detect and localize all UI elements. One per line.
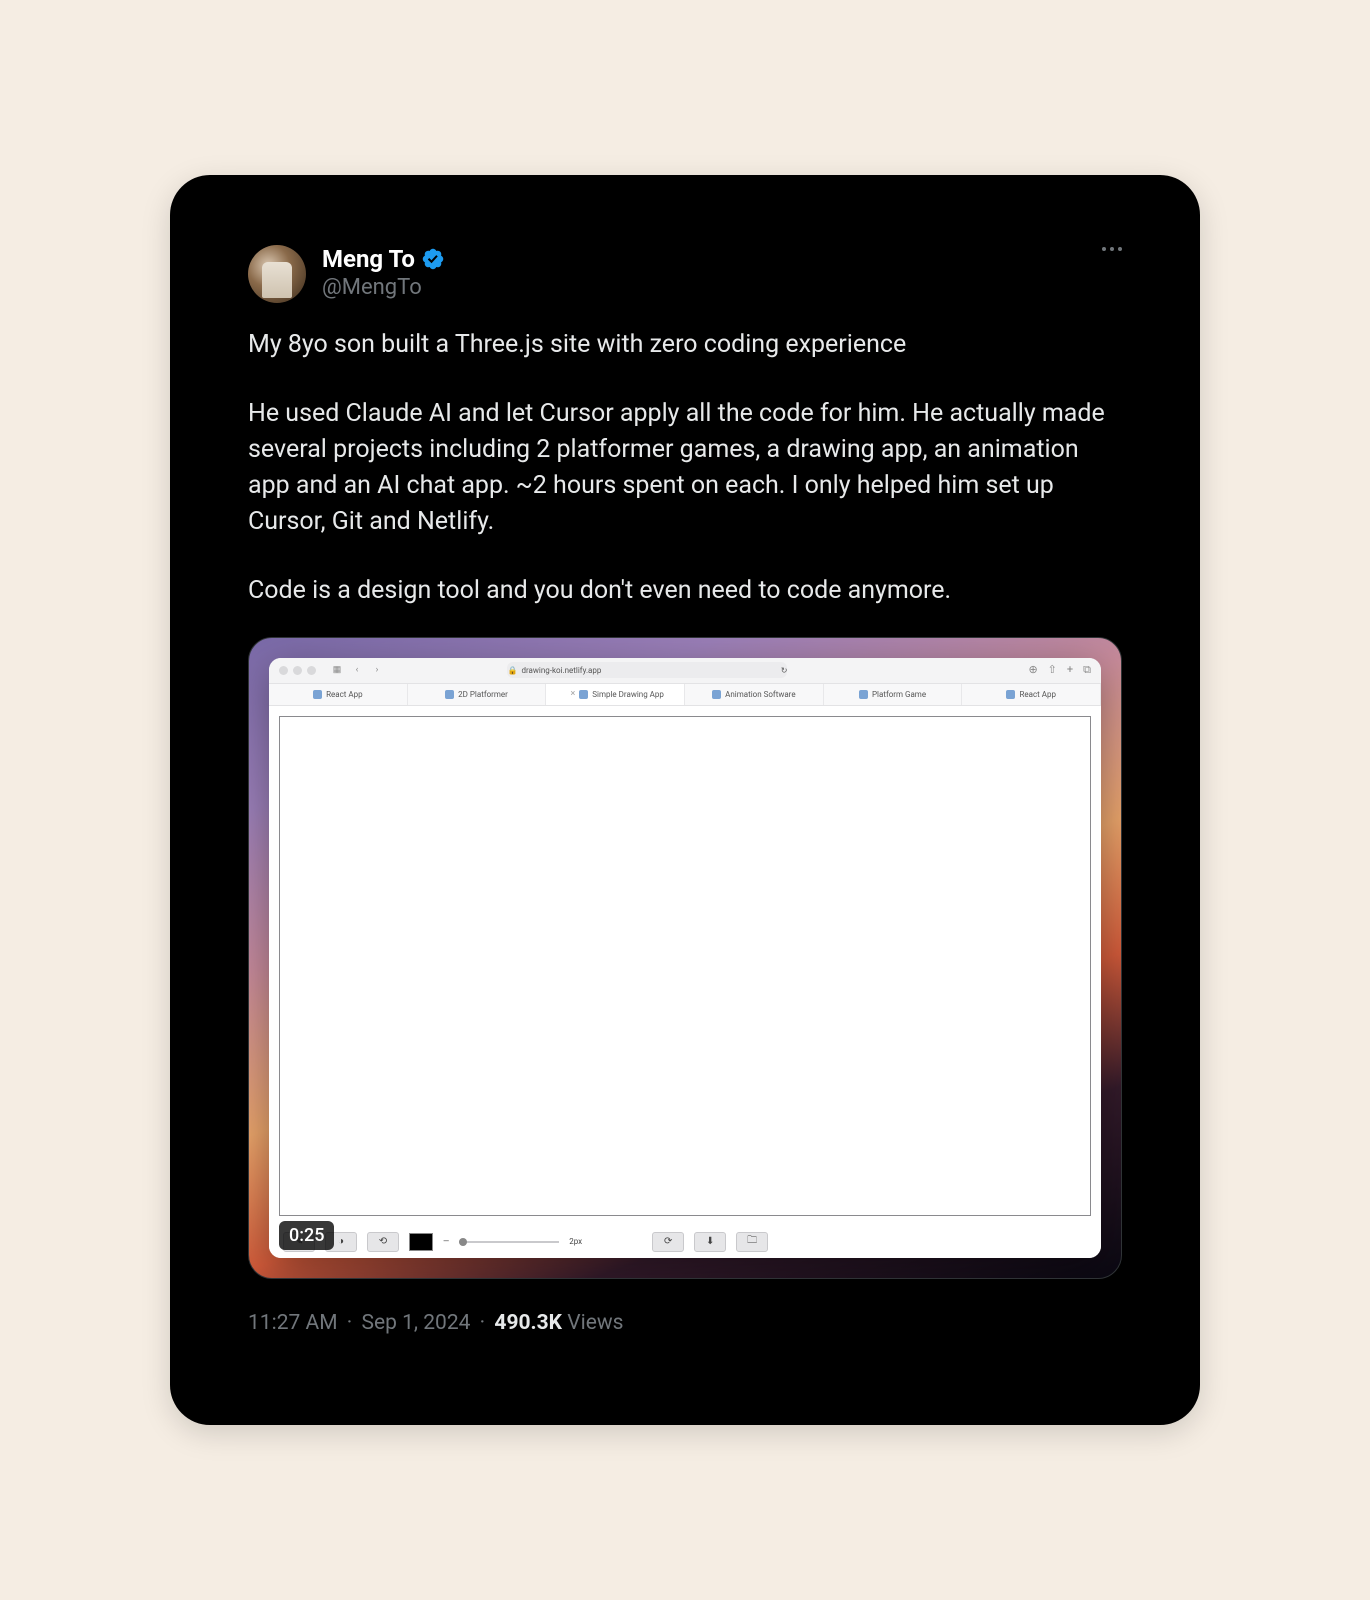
tab-bar: React App 2D Platformer ×Simple Drawing … [269,684,1101,706]
tool-button: 🗀 [736,1232,768,1252]
video-duration-badge: 0:25 [279,1221,334,1250]
timestamp[interactable]: 11:27 AM [248,1311,338,1335]
body-paragraph: My 8yo son built a Three.js site with ze… [248,327,1122,363]
body-paragraph: He used Claude AI and let Cursor apply a… [248,396,1122,541]
tweet-header: Meng To @MengTo [248,245,1122,303]
avatar[interactable] [248,245,306,303]
sidebar-toggle-icon: ▦ [330,663,344,677]
more-options-button[interactable] [1102,247,1122,251]
media-video[interactable]: ▦ ‹ › 🔒 drawing-koi.netlify.app ↻ ⊕ ⇧ + … [248,637,1122,1279]
browser-tab: React App [962,684,1101,705]
forward-icon: › [370,663,384,677]
views-label: Views [567,1311,623,1335]
views-count[interactable]: 490.3K [494,1311,562,1335]
tool-button: ⟳ [652,1232,684,1252]
tabs-overview-icon: ⧉ [1083,663,1091,677]
browser-tab: Animation Software [685,684,824,705]
traffic-lights [279,666,316,675]
lock-icon: 🔒 [507,666,517,675]
embedded-browser-window: ▦ ‹ › 🔒 drawing-koi.netlify.app ↻ ⊕ ⇧ + … [269,658,1101,1258]
brush-size-label: 2px [569,1237,582,1246]
browser-tab: 2D Platformer [408,684,547,705]
browser-tab-active: ×Simple Drawing App [546,684,685,705]
author-block: Meng To @MengTo [322,245,1122,300]
browser-tab: Platform Game [824,684,963,705]
url-text: drawing-koi.netlify.app [521,666,601,675]
tweet-body: My 8yo son built a Three.js site with ze… [248,327,1122,609]
browser-titlebar: ▦ ‹ › 🔒 drawing-koi.netlify.app ↻ ⊕ ⇧ + … [269,658,1101,684]
drawing-toolbar: ✎ ◑ ⟲ — 2px ⟳ ⬇ 🗀 [269,1226,1101,1258]
canvas-area [269,706,1101,1226]
close-tab-icon: × [570,689,575,699]
refresh-icon: ↻ [781,666,788,675]
verified-badge-icon [421,247,445,271]
datestamp[interactable]: Sep 1, 2024 [361,1311,470,1335]
tweet-meta: 11:27 AM · Sep 1, 2024 · 490.3K Views [248,1311,1122,1335]
tool-button: ⬇ [694,1232,726,1252]
browser-tab: React App [269,684,408,705]
color-swatch [409,1233,433,1251]
brush-size-slider [459,1241,559,1243]
drawing-canvas [279,716,1091,1216]
share-icon: ⇧ [1048,663,1057,677]
display-name[interactable]: Meng To [322,245,415,273]
tool-button: ⟲ [367,1232,399,1252]
handle[interactable]: @MengTo [322,275,1122,300]
tweet-card: Meng To @MengTo My 8yo son built a Three… [170,175,1200,1425]
new-tab-icon: + [1067,663,1073,677]
download-icon: ⊕ [1028,663,1037,677]
back-icon: ‹ [350,663,364,677]
body-paragraph: Code is a design tool and you don't even… [248,573,1122,609]
address-bar: 🔒 drawing-koi.netlify.app ↻ [507,662,787,678]
